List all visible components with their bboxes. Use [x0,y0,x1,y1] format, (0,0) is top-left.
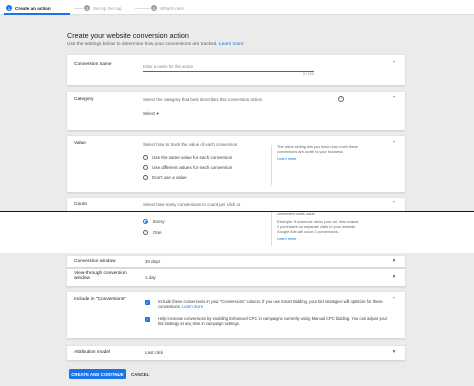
step-label: Set up the tag [93,5,122,11]
radio-label: One [153,230,162,235]
step-number: 2 [84,5,90,11]
include-conversions-card: Include in "Conversions" ✓ Include these… [67,292,405,338]
step-whats-next[interactable]: 3 What's next [151,3,184,13]
help-divider [271,145,272,185]
help-text: Example: If someone clicks your ad, then… [277,220,359,234]
collapse-icon[interactable]: ⌃ [391,297,397,303]
radio-label: Don't use a value [152,175,187,180]
step-create-action[interactable]: 1 Create an action [6,3,51,13]
radio-label: Every [153,219,165,224]
attribution-card[interactable]: Attribution model Last click ▾ [67,346,405,360]
radio-label: Use different values for each conversion [152,165,233,170]
create-and-continue-button[interactable]: CREATE AND CONTINUE [69,369,126,379]
subtitle-text: Use the settings below to determine how … [67,42,218,47]
enhanced-cpc-text: Help increase conversions by enabling En… [158,316,388,327]
attribution-label: Attribution model [74,350,110,355]
conversion-name-input[interactable]: Enter a name for this action [143,64,193,69]
input-underline [143,71,314,72]
character-counter: 0 / 100 [303,72,314,76]
enhanced-cpc-checkbox[interactable]: ✓ [145,317,150,322]
count-help: Example: If someone clicks your ad, then… [277,220,361,242]
value-card: Value Select how to track the value of e… [67,136,405,192]
count-label: Count [74,202,87,207]
conversion-name-card: Conversion name Enter a name for this ac… [67,55,405,85]
learn-more-link[interactable]: Learn more [277,237,361,242]
help-divider [271,212,272,246]
expand-icon[interactable]: ▾ [391,274,397,280]
cancel-button[interactable]: CANCEL [131,369,149,379]
conversion-window-value: 30 days [145,259,161,264]
attribution-value: Last click [145,350,164,355]
count-prompt: Select how many conversions to count per… [143,202,241,207]
view-through-label: View-through conversion window [74,271,127,282]
conversion-window-label: Conversion window [74,259,116,264]
include-checkbox[interactable]: ✓ [145,300,150,305]
category-card: Category Select the category that best d… [67,92,405,130]
step-number: 3 [151,5,157,11]
active-step-indicator [4,13,70,15]
value-help: The value setting lets you track how muc… [277,145,359,162]
expand-icon[interactable]: ▾ [391,349,397,355]
help-icon[interactable]: ? [338,96,344,102]
collapse-icon[interactable]: ⌃ [391,61,397,67]
collapse-icon[interactable]: ⌃ [391,201,397,207]
value-label: Value [74,141,86,146]
count-card: Count Select how many conversions to cou… [67,198,405,211]
step-separator [74,8,83,9]
step-label: What's next [160,5,184,11]
radio-one[interactable] [143,230,148,235]
category-select[interactable]: Select ▾ [143,111,159,116]
page-title: Create your website conversion action [67,31,189,40]
expand-icon[interactable]: ▾ [391,258,397,264]
count-help-top: conversion adds value. [277,212,316,216]
conversion-window-card[interactable]: Conversion window 30 days ▾ [67,256,405,267]
value-prompt: Select how to track the value of each co… [143,142,238,147]
step-set-up-tag[interactable]: 2 Set up the tag [84,3,122,13]
step-separator [135,8,150,9]
step-label: Create an action [15,5,51,11]
category-description: Select the category that best describes … [143,97,263,102]
step-number: 1 [6,5,12,11]
view-through-value: 1 day [145,275,156,280]
radio-label: Use the same value for each conversion [152,155,233,160]
collapse-icon[interactable]: ⌃ [391,141,397,147]
include-label: Include in "Conversions" [74,297,126,302]
radio-no-value[interactable] [143,175,148,180]
help-text: The value setting lets you track how muc… [277,145,359,154]
stepper: 1 Create an action 2 Set up the tag 3 Wh… [0,0,474,15]
learn-more-link[interactable]: Learn more [182,304,203,309]
learn-more-link[interactable]: Learn more [219,42,244,47]
select-value: Select [143,111,156,116]
dropdown-arrow-icon: ▾ [156,111,159,116]
page-subtitle: Use the settings below to determine how … [67,42,244,47]
category-label: Category [74,97,94,102]
include-option-text: Include these conversions in your "Conve… [158,299,388,309]
radio-different-values[interactable] [143,165,148,170]
collapse-icon[interactable]: ⌃ [391,96,397,102]
conversion-name-label: Conversion name [74,62,112,67]
learn-more-link[interactable]: Learn more [277,157,359,162]
count-card-continued: conversion adds value. Every One Example… [0,212,474,253]
view-through-card[interactable]: View-through conversion window 1 day ▾ [67,269,405,286]
radio-every[interactable] [143,219,148,224]
radio-same-value[interactable] [143,155,148,160]
